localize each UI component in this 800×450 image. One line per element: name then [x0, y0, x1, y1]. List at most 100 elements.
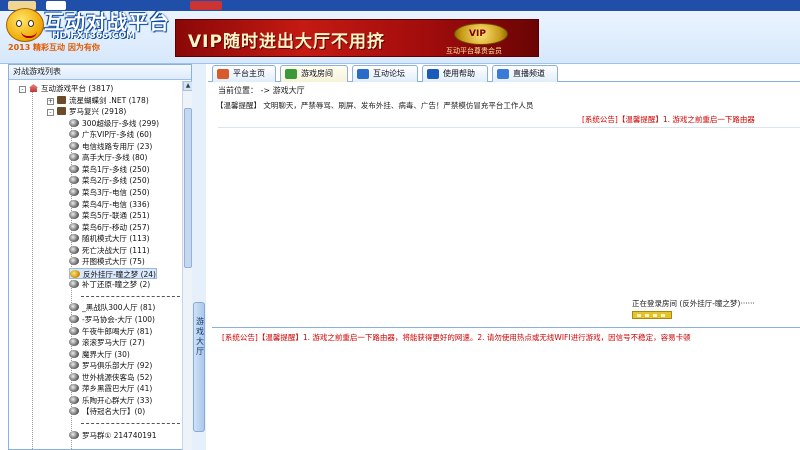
tab-bar: 平台主页 游戏房间 互动论坛 使用帮助 直播频道 — [208, 64, 800, 83]
vip-banner[interactable]: VIP随时进出大厅不用挤 VIP 互动平台尊贵会员 — [175, 19, 539, 57]
scroll-thumb[interactable] — [184, 108, 192, 268]
chat-rules-tip: 【温馨提醒】 文明聊天，严禁辱骂、刷屏、发布外挂、病毒、广告！严禁模仿冒充平台工… — [216, 101, 534, 110]
room-icon — [69, 384, 79, 393]
tree-item-label: -罗马协会-大厅 (100) — [82, 315, 155, 324]
help-icon — [427, 69, 439, 79]
room-icon — [69, 303, 79, 312]
tree-item-label: 罗马群① 214740191 — [82, 430, 157, 440]
tree-item-label: 开图模式大厅 (75) — [82, 257, 145, 267]
tree-node[interactable]: - 罗马复兴 (2918) — [47, 106, 126, 118]
room-icon — [69, 187, 79, 196]
tree-room-item[interactable]: 开图模式大厅 (75) — [69, 256, 145, 268]
room-icon — [69, 315, 79, 323]
tree-room-item[interactable]: 罗马群① 214740191 — [69, 430, 157, 442]
tree-room-item[interactable]: 死亡决战大厅 (111) — [69, 245, 150, 257]
divider — [212, 327, 800, 328]
loading-text: 正在登录房间 (反外挂厅-瞳之梦)······ — [632, 299, 755, 308]
tab-home[interactable]: 平台主页 — [212, 65, 276, 82]
app-icon[interactable] — [190, 1, 222, 10]
loading-bar — [632, 311, 672, 319]
room-icon — [69, 245, 79, 254]
tree-room-item[interactable]: 菜鸟6厅-移动 (257) — [69, 222, 150, 234]
room-icon — [69, 407, 79, 416]
tree-item-label: 菜鸟5厅-联通 (251) — [82, 211, 150, 221]
room-icon — [69, 153, 79, 162]
tab-game-room[interactable]: 游戏房间 — [280, 65, 348, 83]
game-tree: - 互动游戏平台 (3817) + 流星蝴蝶剑 .NET (178) - 罗马复兴 (29… — [9, 81, 181, 450]
tree-item-label: 魔界大厅 (30) — [82, 349, 130, 359]
tree-item-label: 电信线路专用厅 (23) — [82, 141, 153, 151]
tree-room-item[interactable]: 补丁还原-瞳之梦 (2) — [69, 279, 150, 291]
tree-scrollbar[interactable]: ▲ — [182, 81, 193, 450]
tree-room-item[interactable]: 罗马俱乐部大厅 (92) — [69, 360, 152, 372]
panel-title: 对战游戏列表 — [9, 65, 191, 80]
tab-label: 互动论坛 — [373, 69, 405, 78]
tree-room-item[interactable]: -罗马协会-大厅 (100) — [69, 314, 155, 326]
collapse-icon[interactable]: - — [19, 86, 26, 93]
tree-room-item[interactable]: 萍乡黑霞巴大厅 (41) — [69, 383, 152, 395]
room-icon — [69, 257, 79, 266]
forum-icon — [357, 69, 369, 79]
tree-room-item[interactable]: 菜鸟1厅-多线 (250) — [69, 164, 150, 176]
room-icon — [69, 118, 79, 127]
home-icon — [217, 69, 229, 79]
tree-item-label: 滚滚罗马大厅 (27) — [82, 338, 145, 348]
room-icon — [69, 141, 79, 150]
collapse-icon[interactable]: - — [47, 109, 54, 117]
tree-room-item[interactable]: 魔界大厅 (30) — [69, 349, 130, 361]
tree-room-item[interactable]: 【待冠名大厅】(0) — [69, 406, 145, 418]
expand-icon[interactable]: + — [47, 97, 54, 105]
tree-item-label: 菜鸟1厅-多线 (250) — [82, 164, 150, 174]
tab-label: 使用帮助 — [443, 69, 475, 78]
room-icon — [69, 361, 79, 370]
tree-room-item[interactable]: 乐陶开心群大厅 (33) — [69, 395, 152, 407]
room-icon — [69, 395, 79, 404]
room-icon — [69, 211, 79, 220]
tree-room-item[interactable]: 菜鸟5厅-联通 (251) — [69, 210, 150, 222]
login-status: 正在登录房间 (反外挂厅-瞳之梦)······ — [630, 295, 800, 327]
tree-room-item[interactable]: 高手大厅-多线 (80) — [69, 152, 148, 164]
tree-item-label: 流星蝴蝶剑 .NET (178) — [69, 95, 149, 105]
tree-item-label: 【待冠名大厅】(0) — [82, 407, 146, 417]
tab-help[interactable]: 使用帮助 — [422, 65, 488, 82]
tree-item-label: 罗马复兴 (2918) — [69, 107, 127, 117]
room-icon — [69, 338, 79, 347]
room-icon — [69, 430, 79, 439]
tab-live[interactable]: 直播频道 — [492, 65, 558, 82]
tab-forum[interactable]: 互动论坛 — [352, 65, 418, 82]
tree-room-item[interactable]: 菜鸟4厅-电信 (336) — [69, 199, 150, 211]
tab-label: 游戏房间 — [301, 69, 333, 78]
game-room-icon — [285, 69, 297, 79]
room-icon — [69, 164, 79, 173]
tree-room-item[interactable]: 300超级厅-多线 (299) — [69, 118, 159, 130]
tree-room-item[interactable]: 电信线路专用厅 (23) — [69, 141, 152, 153]
tree-item-label: 死亡决战大厅 (111) — [82, 245, 150, 255]
tree-room-item[interactable]: 午夜牛郎喝大厅 (81) — [69, 326, 152, 338]
vip-banner-text: VIP随时进出大厅不用挤 — [188, 32, 385, 52]
tree-room-item[interactable]: _黑战队300人厅 (81) — [69, 302, 155, 314]
main-content: 当前位置： -> 游戏大厅 【温馨提醒】 文明聊天，严禁辱骂、刷屏、发布外挂、病… — [212, 82, 800, 450]
tree-item-label: 300超级厅-多线 (299) — [82, 118, 160, 128]
tree-item-label: _黑战队300人厅 (81) — [82, 303, 156, 313]
room-icon — [69, 234, 79, 243]
game-icon — [57, 95, 66, 104]
splitter[interactable]: 游戏大厅 — [192, 64, 206, 450]
tree-room-item[interactable]: 反外挂厅-瞳之梦 (24) — [69, 267, 157, 280]
tree-item-label: 补丁还原-瞳之梦 (2) — [82, 280, 151, 290]
tree-room-item[interactable]: 广东VIP厅-多线 (60) — [69, 129, 152, 141]
room-icon — [69, 222, 79, 231]
system-announcement-top: [系统公告]【温馨提醒】1. 游戏之前重启一下路由器 — [582, 115, 755, 124]
tree-room-item[interactable]: 世外桃源侠客岛 (52) — [69, 372, 152, 384]
tree-room-item[interactable]: 滚滚罗马大厅 (27) — [69, 337, 145, 349]
tree-node[interactable]: + 流星蝴蝶剑 .NET (178) — [47, 95, 149, 107]
tree-room-item[interactable]: 菜鸟2厅-多线 (250) — [69, 175, 150, 187]
tree-item-label: 反外挂厅-瞳之梦 (24) — [83, 269, 156, 279]
logo-url: HD.FXT365.COM — [52, 31, 136, 41]
tree-item-label: 乐陶开心群大厅 (33) — [82, 395, 153, 405]
tree-room-item[interactable]: 菜鸟3厅-电信 (250) — [69, 187, 150, 199]
tree-node[interactable]: - 互动游戏平台 (3817) — [19, 83, 113, 95]
tree-room-item[interactable]: 随机模式大厅 (113) — [69, 233, 150, 245]
tree-item-label: 罗马俱乐部大厅 (92) — [82, 361, 153, 371]
game-hall-toggle[interactable]: 游戏大厅 — [193, 302, 205, 432]
tree-separator — [81, 422, 181, 424]
